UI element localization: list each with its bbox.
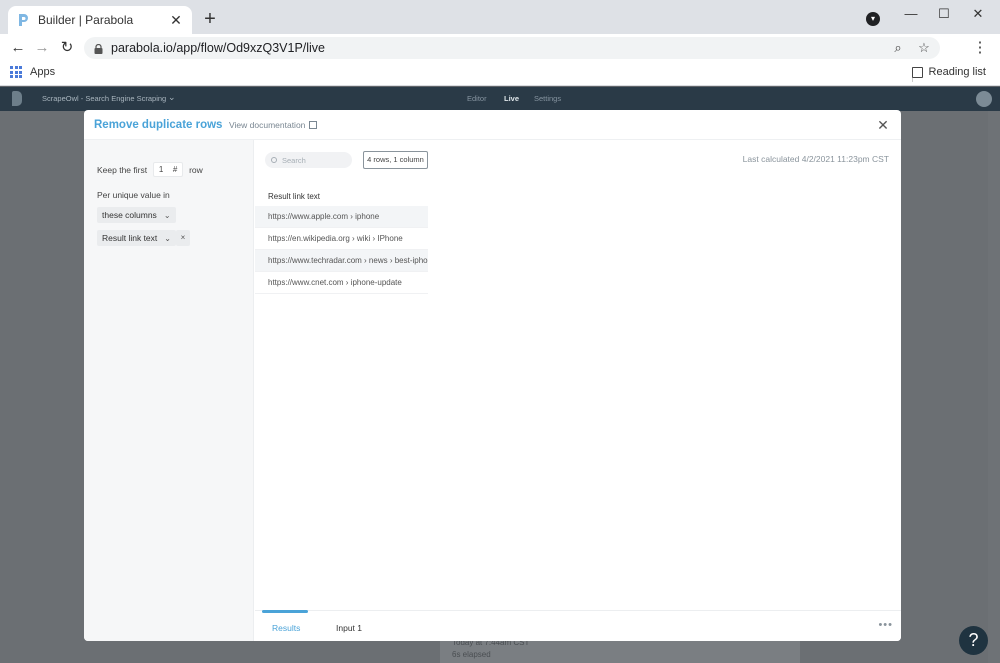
chevron-down-icon: ⌄ (164, 233, 171, 243)
column-select-value: Result link text (102, 233, 158, 243)
tab-title: Builder | Parabola (38, 13, 134, 27)
reading-list-button[interactable]: Reading list (911, 66, 986, 78)
results-table: Result link text https://www.apple.com ›… (255, 188, 428, 294)
tab-results[interactable]: Results (272, 623, 300, 633)
new-tab-button[interactable]: + (200, 8, 220, 30)
active-tab-indicator (262, 610, 308, 613)
reading-list-icon (911, 66, 923, 78)
zoom-icon[interactable]: ⌕ (888, 40, 908, 56)
avatar[interactable] (976, 91, 992, 107)
browser-tab[interactable]: Builder | Parabola ✕ (8, 6, 192, 34)
keep-first-label: Keep the first (97, 164, 148, 175)
maximize-button[interactable]: ☐ (929, 4, 959, 24)
settings-panel: Keep the first 1 # row Per unique value … (84, 140, 254, 641)
minimize-button[interactable]: — (896, 4, 926, 24)
modal-close-icon[interactable]: ✕ (875, 117, 891, 133)
columns-mode-select[interactable]: these columns ⌄ (97, 207, 176, 223)
reload-icon[interactable]: ↻ (57, 38, 77, 58)
help-button[interactable]: ? (959, 626, 988, 655)
hash-icon: # (172, 165, 178, 174)
table-row[interactable]: https://en.wikipedia.org › wiki › IPhone (255, 228, 428, 250)
run-elapsed-text: 6s elapsed (452, 650, 491, 659)
last-calculated-text: Last calculated 4/2/2021 11:23pm CST (742, 154, 889, 164)
browser-menu-icon[interactable]: ⋮ (970, 38, 990, 58)
column-header[interactable]: Result link text (255, 188, 428, 206)
keep-count-value: 1 (158, 165, 164, 174)
table-row[interactable]: https://www.apple.com › iphone (255, 206, 428, 228)
reading-list-label: Reading list (928, 66, 986, 78)
browser-tabstrip: Builder | Parabola ✕ + ▾ — ☐ ✕ (0, 0, 1000, 34)
doc-link-label: View documentation (229, 120, 306, 130)
parabola-logo-icon (12, 91, 22, 106)
table-row[interactable]: https://www.cnet.com › iphone-update (255, 272, 428, 294)
apps-grid-icon (10, 66, 22, 78)
search-input[interactable]: Search (265, 152, 352, 168)
search-placeholder: Search (282, 155, 306, 165)
column-select[interactable]: Result link text ⌄ (97, 230, 176, 246)
app-header: ScrapeOwl - Search Engine Scraping ⌄ Edi… (0, 87, 1000, 111)
remove-column-icon[interactable]: × (176, 230, 190, 246)
flow-menu-chevron-icon[interactable]: ⌄ (168, 92, 176, 103)
table-row[interactable]: https://www.techradar.com › news › best-… (255, 250, 428, 272)
nav-settings[interactable]: Settings (534, 94, 561, 103)
nav-live[interactable]: Live (504, 94, 519, 103)
keep-first-row: Keep the first 1 # row (97, 162, 203, 177)
bookmark-star-icon[interactable]: ☆ (914, 40, 934, 56)
bookmarks-bar: Apps Reading list (0, 62, 1000, 86)
back-icon[interactable]: ← (8, 38, 28, 58)
parabola-favicon-icon (16, 13, 30, 27)
lock-icon (94, 43, 103, 54)
view-documentation-link[interactable]: View documentation (229, 120, 318, 130)
modal-header: Remove duplicate rows View documentation… (84, 110, 901, 140)
browser-toolbar: ← → ↻ parabola.io/app/flow/Od9xzQ3V1P/li… (0, 34, 1000, 62)
columns-mode-value: these columns (102, 210, 157, 220)
keep-count-input[interactable]: 1 # (153, 162, 184, 177)
apps-shortcut[interactable]: Apps (10, 66, 55, 78)
page-scrollbar[interactable] (988, 111, 1000, 663)
profile-chevron-icon[interactable]: ▾ (866, 12, 880, 26)
url-text: parabola.io/app/flow/Od9xzQ3V1P/live (111, 41, 326, 55)
forward-icon[interactable]: → (32, 38, 52, 58)
chevron-down-icon: ⌄ (163, 210, 171, 220)
more-options-icon[interactable]: ••• (878, 619, 893, 631)
keep-row-label: row (189, 164, 203, 175)
nav-editor[interactable]: Editor (467, 94, 487, 103)
per-unique-label: Per unique value in (97, 190, 170, 200)
tab-input-1[interactable]: Input 1 (336, 623, 362, 633)
window-close-button[interactable]: ✕ (963, 4, 993, 24)
external-link-icon (309, 121, 318, 129)
results-footer: Results Input 1 ••• (255, 610, 901, 641)
modal-title: Remove duplicate rows (94, 119, 223, 131)
apps-label: Apps (30, 66, 56, 78)
flow-title[interactable]: ScrapeOwl - Search Engine Scraping (42, 94, 166, 103)
tab-close-icon[interactable]: ✕ (168, 12, 184, 29)
rows-count-badge: 4 rows, 1 column (363, 151, 428, 169)
search-icon (271, 157, 277, 163)
remove-duplicates-modal: Remove duplicate rows View documentation… (84, 110, 901, 641)
address-bar[interactable]: parabola.io/app/flow/Od9xzQ3V1P/live ⌕ ☆ (84, 37, 940, 59)
